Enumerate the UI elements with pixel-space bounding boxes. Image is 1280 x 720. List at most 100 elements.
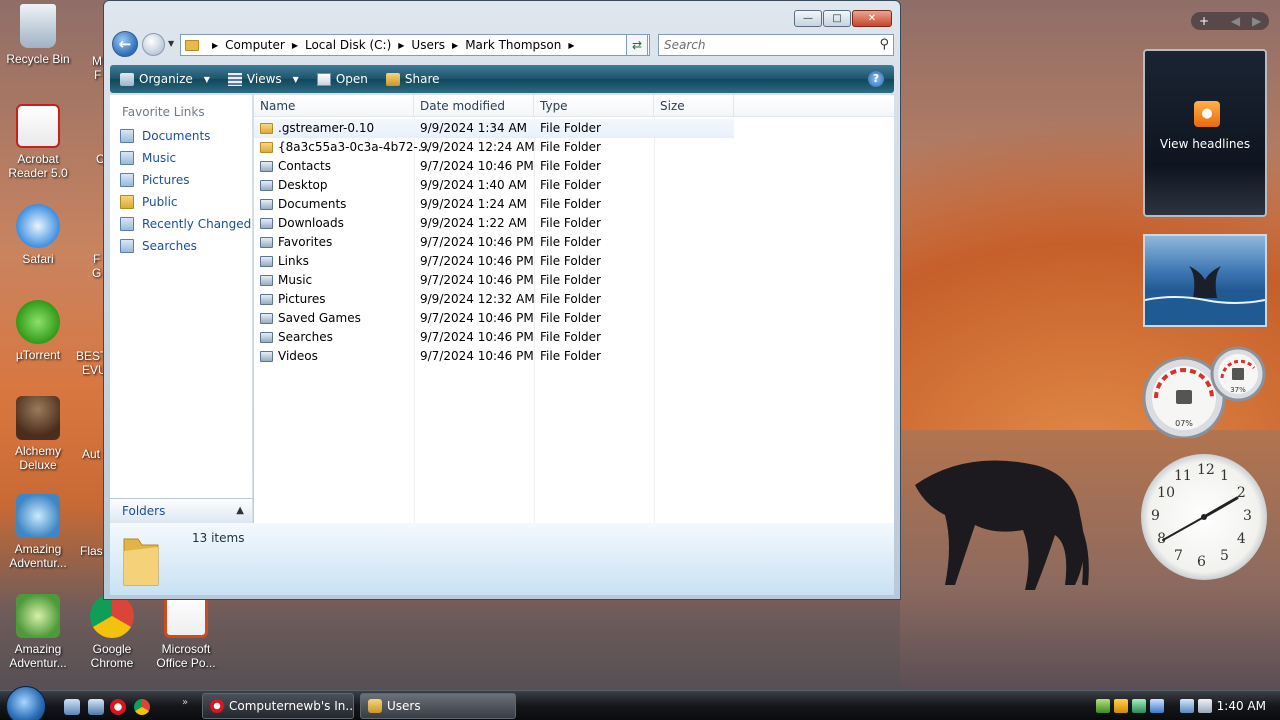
- desktop-icon-alchemy[interactable]: Alchemy Deluxe: [0, 396, 76, 472]
- help-icon[interactable]: ?: [868, 71, 884, 87]
- clock-time[interactable]: 1:40 AM: [1217, 691, 1266, 720]
- views-button[interactable]: Views ▼: [227, 72, 299, 86]
- desktop-icon-acrobat[interactable]: Acrobat Reader 5.0: [0, 104, 76, 180]
- chevron-right-icon[interactable]: ▶: [1252, 14, 1261, 28]
- chrome-icon[interactable]: [134, 699, 150, 715]
- table-row[interactable]: Pictures 9/9/2024 12:32 AM File Folder: [254, 290, 734, 309]
- desktop-icon-label: Amazing Adventur...: [9, 542, 67, 570]
- chevron-left-icon[interactable]: ◀: [1231, 14, 1240, 28]
- tray-app-icon[interactable]: [1150, 699, 1164, 713]
- column-headers: Name Date modified Type Size: [254, 95, 894, 117]
- file-date: 9/9/2024 1:22 AM: [420, 216, 528, 230]
- table-row[interactable]: {8a3c55a3-0c3a-4b72-... 9/9/2024 12:24 AM…: [254, 138, 734, 157]
- file-date: 9/7/2024 10:46 PM: [420, 349, 534, 363]
- file-type: File Folder: [540, 254, 601, 268]
- fav-link-public[interactable]: Public: [110, 191, 252, 213]
- explorer-window[interactable]: — □ ✕ ← ▼ ▶ Computer ▶ Local Disk (C:) ▶…: [103, 0, 901, 600]
- share-icon: [385, 72, 400, 86]
- folder-icon: [260, 199, 273, 210]
- cpu-meter-gadget[interactable]: 07% 37%: [1142, 346, 1266, 438]
- recent-pages-dropdown[interactable]: ▼: [168, 39, 174, 48]
- taskbar-button-opera[interactable]: Computernewb's In...: [202, 693, 354, 719]
- feed-headlines-gadget[interactable]: ● View headlines: [1143, 49, 1267, 217]
- table-row[interactable]: Videos 9/7/2024 10:46 PM File Folder: [254, 347, 734, 366]
- desktop-icon-safari[interactable]: Safari: [0, 204, 76, 266]
- forward-button[interactable]: [142, 33, 165, 56]
- breadcrumb-computer[interactable]: Computer: [225, 38, 285, 52]
- view-headlines-link[interactable]: View headlines: [1145, 137, 1265, 151]
- breadcrumb-users[interactable]: Users: [411, 38, 445, 52]
- search-icon[interactable]: ⚲: [879, 35, 889, 55]
- tray-security-icon[interactable]: [1114, 699, 1128, 713]
- column-header-name[interactable]: Name: [254, 95, 414, 117]
- chevron-right-icon[interactable]: ▶: [568, 41, 574, 50]
- desktop-icon-recycle-bin[interactable]: Recycle Bin: [0, 4, 76, 66]
- organize-button[interactable]: Organize ▼: [120, 72, 210, 86]
- fav-link-recently-changed[interactable]: Recently Changed: [110, 213, 252, 235]
- chevron-right-icon[interactable]: ▶: [452, 41, 458, 50]
- partial-desktop-label: G: [92, 266, 102, 280]
- chevron-right-icon[interactable]: ▶: [292, 41, 298, 50]
- breadcrumb-mark-thompson[interactable]: Mark Thompson: [465, 38, 561, 52]
- desktop-icon-utorrent[interactable]: µTorrent: [0, 300, 76, 362]
- file-type: File Folder: [540, 140, 601, 154]
- slideshow-gadget[interactable]: [1143, 234, 1267, 327]
- table-row[interactable]: Contacts 9/7/2024 10:46 PM File Folder: [254, 157, 734, 176]
- fav-link-pictures[interactable]: Pictures: [110, 169, 252, 191]
- fav-link-searches[interactable]: Searches: [110, 235, 252, 257]
- table-row[interactable]: Desktop 9/9/2024 1:40 AM File Folder: [254, 176, 734, 195]
- table-row[interactable]: Favorites 9/7/2024 10:46 PM File Folder: [254, 233, 734, 252]
- taskbar-button-users[interactable]: Users: [360, 693, 516, 719]
- minimize-button[interactable]: —: [794, 10, 822, 27]
- address-bar[interactable]: ▶ Computer ▶ Local Disk (C:) ▶ Users ▶ M…: [180, 34, 650, 56]
- share-label: Share: [404, 72, 440, 86]
- breadcrumb-local-disk[interactable]: Local Disk (C:): [305, 38, 391, 52]
- file-date: 9/7/2024 10:46 PM: [420, 254, 534, 268]
- table-row[interactable]: Searches 9/7/2024 10:46 PM File Folder: [254, 328, 734, 347]
- close-button[interactable]: ✕: [852, 10, 892, 27]
- file-date: 9/7/2024 10:46 PM: [420, 273, 534, 287]
- table-row[interactable]: Downloads 9/9/2024 1:22 AM File Folder: [254, 214, 734, 233]
- desktop-icon-chrome[interactable]: Google Chrome: [74, 594, 150, 670]
- open-button[interactable]: Open: [316, 72, 368, 86]
- table-row[interactable]: .gstreamer-0.10 9/9/2024 1:34 AM File Fold…: [254, 119, 734, 138]
- table-row[interactable]: Links 9/7/2024 10:46 PM File Folder: [254, 252, 734, 271]
- tray-app-icon[interactable]: [1096, 699, 1110, 713]
- file-name-cell: Searches: [260, 328, 333, 347]
- table-row[interactable]: Documents 9/9/2024 1:24 AM File Folder: [254, 195, 734, 214]
- desktop-icon-amazing-adventures-1[interactable]: Amazing Adventur...: [0, 494, 76, 570]
- clock-gadget[interactable]: 12 1 2 3 4 5 6 7 8 9 10 11: [1141, 454, 1267, 580]
- partial-desktop-label: F: [94, 68, 102, 82]
- chevron-right-icon[interactable]: ▶: [398, 41, 404, 50]
- column-header-type[interactable]: Type: [534, 95, 654, 117]
- desktop-icon-amazing-adventures-2[interactable]: Amazing Adventur...: [0, 594, 76, 670]
- folders-toggle[interactable]: Folders ▲: [110, 498, 253, 523]
- volume-icon[interactable]: [1198, 699, 1212, 713]
- add-gadget-icon[interactable]: +: [1199, 14, 1209, 28]
- opera-icon[interactable]: [110, 699, 126, 715]
- table-row[interactable]: Music 9/7/2024 10:46 PM File Folder: [254, 271, 734, 290]
- table-row[interactable]: Saved Games 9/7/2024 10:46 PM File Folder: [254, 309, 734, 328]
- share-button[interactable]: Share: [385, 72, 440, 86]
- fav-link-music[interactable]: Music: [110, 147, 252, 169]
- network-icon[interactable]: [1180, 699, 1194, 713]
- file-name-cell: Links: [260, 252, 309, 271]
- refresh-button[interactable]: ⇄: [626, 34, 648, 56]
- fav-link-label: Documents: [142, 129, 211, 143]
- start-button[interactable]: [6, 686, 46, 720]
- switch-windows-icon[interactable]: [88, 699, 104, 715]
- column-header-size[interactable]: Size: [654, 95, 734, 117]
- fav-link-documents[interactable]: Documents: [110, 125, 252, 147]
- sidebar-controls[interactable]: + ◀ ▶: [1191, 12, 1269, 30]
- maximize-button[interactable]: □: [823, 10, 851, 27]
- show-desktop-icon[interactable]: [64, 699, 80, 715]
- column-header-date[interactable]: Date modified: [414, 95, 534, 117]
- partial-desktop-label: M: [92, 54, 102, 68]
- desktop-icon-office[interactable]: Microsoft Office Po...: [148, 594, 224, 670]
- tray-app-icon[interactable]: [1132, 699, 1146, 713]
- quick-launch-overflow-icon[interactable]: »: [182, 697, 188, 708]
- search-input[interactable]: Search ⚲: [658, 34, 894, 56]
- file-name: Documents: [278, 197, 347, 211]
- back-button[interactable]: ←: [112, 31, 138, 57]
- chevron-right-icon[interactable]: ▶: [212, 41, 218, 50]
